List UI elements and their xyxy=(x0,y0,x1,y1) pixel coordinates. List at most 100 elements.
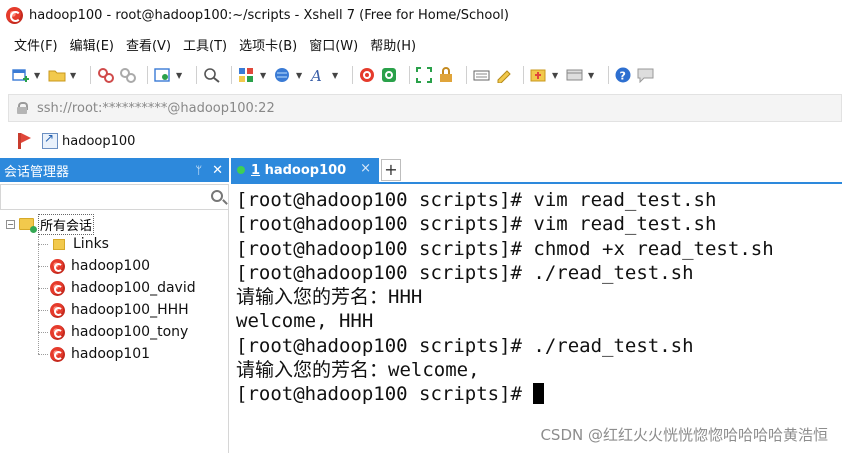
tab-title: hadoop100 xyxy=(260,162,347,178)
tree-connector xyxy=(38,287,48,289)
chevron-down-icon[interactable]: ▼ xyxy=(70,71,78,80)
highlight-icon[interactable] xyxy=(495,66,513,84)
open-folder-icon[interactable] xyxy=(48,66,66,84)
add-tab-button[interactable]: + xyxy=(381,159,401,181)
tree-item-hadoop100-hhh[interactable]: hadoop100_HHH xyxy=(38,300,189,320)
session-icon xyxy=(50,324,65,340)
session-icon xyxy=(50,346,65,362)
tree-item-label: Links xyxy=(73,236,109,252)
menu-help[interactable]: 帮助(H) xyxy=(370,35,416,54)
globe-icon[interactable] xyxy=(274,66,292,84)
tree-connector xyxy=(38,243,48,245)
terminal[interactable]: [root@hadoop100 scripts]# vim read_test.… xyxy=(231,186,842,453)
address-value[interactable]: ssh://root:**********@hadoop100:22 xyxy=(37,101,275,116)
chevron-down-icon[interactable]: ▼ xyxy=(588,71,596,80)
tree-connector xyxy=(38,309,48,311)
pin-icon[interactable]: ᛘ xyxy=(195,164,202,177)
link-hadoop100[interactable]: hadoop100 xyxy=(62,134,135,149)
terminal-line: 请输入您的芳名：HHH xyxy=(236,286,423,309)
flag-icon[interactable] xyxy=(18,133,32,149)
toolbar-divider xyxy=(196,66,197,84)
layout-icon[interactable] xyxy=(238,66,256,84)
chat-icon[interactable] xyxy=(637,66,655,84)
tree-item-label: hadoop100 xyxy=(71,258,151,274)
chevron-down-icon[interactable]: ▼ xyxy=(552,71,560,80)
tree-item-label: hadoop101 xyxy=(71,346,151,362)
xftp-icon[interactable] xyxy=(381,66,399,84)
toolbar-divider xyxy=(409,66,410,84)
chevron-down-icon[interactable]: ▼ xyxy=(260,71,268,80)
svg-text:?: ? xyxy=(620,70,626,83)
menu-tabs[interactable]: 选项卡(B) xyxy=(239,35,297,54)
tree-item-label: hadoop100_david xyxy=(71,280,196,296)
watermark: CSDN @红红火火恍恍惚惚哈哈哈哈黄浩恒 xyxy=(540,426,828,444)
tab-label: 1 hadoop100 xyxy=(251,163,346,178)
connected-status-icon xyxy=(237,166,245,174)
keyboard-icon[interactable] xyxy=(473,66,491,84)
lock-icon[interactable] xyxy=(438,66,456,84)
xshell-logo-icon xyxy=(6,6,23,24)
tree-item-label: hadoop100_tony xyxy=(71,324,189,340)
folder-icon xyxy=(19,218,37,233)
toolbar-divider xyxy=(147,66,148,84)
chevron-down-icon[interactable]: ▼ xyxy=(296,71,304,80)
toolbar-divider xyxy=(352,66,353,84)
session-search-input[interactable] xyxy=(0,184,229,210)
menu-file[interactable]: 文件(F) xyxy=(14,35,58,54)
new-session-icon[interactable] xyxy=(12,66,30,84)
menu-view[interactable]: 查看(V) xyxy=(126,35,171,54)
svg-text:A: A xyxy=(310,67,322,83)
close-tab-icon[interactable]: × xyxy=(360,161,371,176)
find-icon[interactable] xyxy=(203,66,221,84)
toolbar-divider xyxy=(523,66,524,84)
menu-edit[interactable]: 编辑(E) xyxy=(70,35,114,54)
chevron-down-icon[interactable]: ▼ xyxy=(332,71,340,80)
toolbar-divider xyxy=(608,66,609,84)
title-bar: hadoop100 - root@hadoop100:~/scripts - X… xyxy=(0,0,842,30)
fullscreen-icon[interactable] xyxy=(416,66,434,84)
tree-item-hadoop100[interactable]: hadoop100 xyxy=(38,256,150,276)
tree-item-hadoop100-david[interactable]: hadoop100_david xyxy=(38,278,196,298)
font-icon[interactable]: A xyxy=(310,66,328,84)
tree-root-all-sessions[interactable]: − 所有会话 xyxy=(6,213,95,235)
chevron-down-icon[interactable]: ▼ xyxy=(34,71,42,80)
help-icon[interactable]: ? xyxy=(615,66,633,84)
address-bar[interactable]: ssh://root:**********@hadoop100:22 xyxy=(8,94,842,122)
terminal-line: [root@hadoop100 scripts]# vim read_test.… xyxy=(236,213,717,236)
tile-icon[interactable] xyxy=(566,66,584,84)
lock-icon xyxy=(17,102,28,114)
links-bar: hadoop100 xyxy=(0,126,842,156)
terminal-line: [root@hadoop100 scripts]# ./read_test.sh xyxy=(236,334,694,357)
window-title: hadoop100 - root@hadoop100:~/scripts - X… xyxy=(29,7,509,23)
chevron-down-icon[interactable]: ▼ xyxy=(176,71,184,80)
terminal-line: [root@hadoop100 scripts]# ./read_test.sh xyxy=(236,261,694,284)
tree-item-hadoop101[interactable]: hadoop101 xyxy=(38,344,150,364)
terminal-line: 请输入您的芳名：welcome, xyxy=(236,359,480,382)
tree-item-links[interactable]: Links xyxy=(38,234,109,254)
toolbar-divider xyxy=(90,66,91,84)
terminal-line: welcome, HHH xyxy=(236,310,374,333)
terminal-line: [root@hadoop100 scripts]# chmod +x read_… xyxy=(236,237,774,260)
menu-window[interactable]: 窗口(W) xyxy=(309,35,358,54)
properties-icon[interactable] xyxy=(154,66,172,84)
menu-tools[interactable]: 工具(T) xyxy=(183,35,227,54)
session-icon xyxy=(50,280,65,296)
tab-number: 1 xyxy=(251,162,261,178)
session-manager-title: 会话管理器 xyxy=(4,164,70,180)
search-icon[interactable] xyxy=(211,190,223,202)
compose-icon[interactable] xyxy=(530,66,548,84)
disconnect-icon[interactable] xyxy=(119,66,137,84)
connect-icon[interactable] xyxy=(97,66,115,84)
tree-connector xyxy=(38,265,48,267)
tree-connector xyxy=(38,331,48,333)
tree-item-hadoop100-tony[interactable]: hadoop100_tony xyxy=(38,322,188,342)
close-icon[interactable]: ✕ xyxy=(212,163,223,178)
tab-hadoop100[interactable]: 1 hadoop100 × xyxy=(231,158,379,182)
collapse-icon[interactable]: − xyxy=(6,219,15,229)
toolbar: ▼ ▼ ▼ ▼ ▼ A ▼ ▼ ▼ ? xyxy=(0,58,842,92)
tree-connector xyxy=(38,353,48,355)
terminal-prompt: [root@hadoop100 scripts]# xyxy=(236,383,534,406)
xshell-icon[interactable] xyxy=(359,66,377,84)
toolbar-divider xyxy=(231,66,232,84)
toolbar-divider xyxy=(466,66,467,84)
